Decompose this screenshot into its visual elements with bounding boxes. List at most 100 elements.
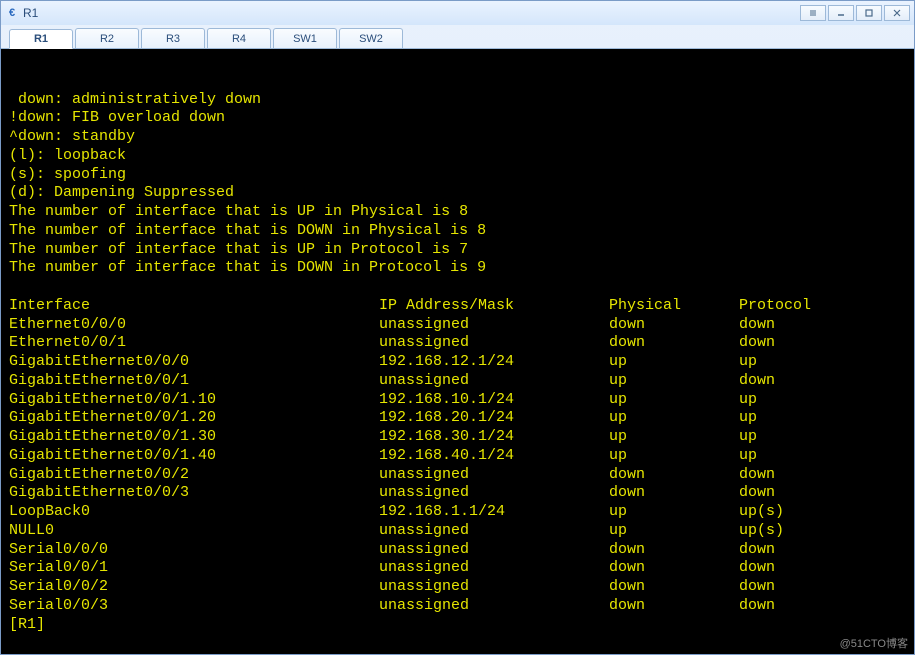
physical-status: up (609, 428, 739, 447)
interface-name: GigabitEthernet0/0/3 (9, 484, 379, 503)
terminal-line: The number of interface that is UP in Ph… (9, 203, 906, 222)
dropdown-button[interactable] (800, 5, 826, 21)
ip-address: unassigned (379, 559, 609, 578)
interface-name: GigabitEthernet0/0/0 (9, 353, 379, 372)
terminal-line: ^down: standby (9, 128, 906, 147)
physical-status: down (609, 334, 739, 353)
interface-name: Ethernet0/0/1 (9, 334, 379, 353)
ip-address: unassigned (379, 316, 609, 335)
tab-r2[interactable]: R2 (75, 28, 139, 48)
protocol-status: down (739, 334, 906, 353)
protocol-status: up (739, 409, 906, 428)
ip-address: IP Address/Mask (379, 297, 609, 316)
terminal-line: (l): loopback (9, 147, 906, 166)
tab-sw1[interactable]: SW1 (273, 28, 337, 48)
window-controls (800, 5, 910, 21)
tab-r1[interactable]: R1 (9, 29, 73, 49)
ip-address: 192.168.30.1/24 (379, 428, 609, 447)
interface-row: GigabitEthernet0/0/0192.168.12.1/24upup (9, 353, 906, 372)
terminal-line: (s): spoofing (9, 166, 906, 185)
ip-address: 192.168.20.1/24 (379, 409, 609, 428)
interface-row: Serial0/0/1unassigneddowndown (9, 559, 906, 578)
interface-row: Ethernet0/0/1unassigneddowndown (9, 334, 906, 353)
ip-address: unassigned (379, 597, 609, 616)
ip-address: unassigned (379, 466, 609, 485)
ip-address: 192.168.12.1/24 (379, 353, 609, 372)
interface-row: Ethernet0/0/0unassigneddowndown (9, 316, 906, 335)
protocol-status: down (739, 578, 906, 597)
protocol-status: up(s) (739, 522, 906, 541)
ip-address: unassigned (379, 484, 609, 503)
interface-name: GigabitEthernet0/0/2 (9, 466, 379, 485)
protocol-status: down (739, 466, 906, 485)
watermark: @51CTO博客 (840, 638, 908, 652)
physical-status: up (609, 447, 739, 466)
interface-name: Serial0/0/3 (9, 597, 379, 616)
terminal[interactable]: down: administratively down!down: FIB ov… (1, 49, 914, 654)
terminal-line: The number of interface that is DOWN in … (9, 259, 906, 278)
physical-status: down (609, 466, 739, 485)
interface-name: Serial0/0/2 (9, 578, 379, 597)
protocol-status: down (739, 316, 906, 335)
interface-row: GigabitEthernet0/0/1.30192.168.30.1/24up… (9, 428, 906, 447)
interface-row: GigabitEthernet0/0/1unassignedupdown (9, 372, 906, 391)
interface-name: Serial0/0/0 (9, 541, 379, 560)
ip-address: unassigned (379, 578, 609, 597)
protocol-status: down (739, 597, 906, 616)
interface-row: GigabitEthernet0/0/1.10192.168.10.1/24 up… (9, 391, 906, 410)
interface-name: GigabitEthernet0/0/1.30 (9, 428, 379, 447)
physical-status: down (609, 484, 739, 503)
interface-header-row: InterfaceIP Address/MaskPhysicalProtocol (9, 297, 906, 316)
ip-address: unassigned (379, 334, 609, 353)
terminal-line: down: administratively down (9, 91, 906, 110)
interface-name: Interface (9, 297, 379, 316)
protocol-status: up (739, 391, 906, 410)
physical-status: up (609, 409, 739, 428)
ip-address: 192.168.10.1/24 (379, 391, 609, 410)
minimize-button[interactable] (828, 5, 854, 21)
tab-r3[interactable]: R3 (141, 28, 205, 48)
ip-address: unassigned (379, 541, 609, 560)
maximize-button[interactable] (856, 5, 882, 21)
protocol-status: Protocol (739, 297, 906, 316)
protocol-status: up (739, 353, 906, 372)
physical-status: up (609, 522, 739, 541)
protocol-status: up(s) (739, 503, 906, 522)
physical-status: down (609, 597, 739, 616)
tab-r4[interactable]: R4 (207, 28, 271, 48)
interface-row: Serial0/0/0unassigneddowndown (9, 541, 906, 560)
protocol-status: down (739, 372, 906, 391)
tab-sw2[interactable]: SW2 (339, 28, 403, 48)
terminal-line: The number of interface that is DOWN in … (9, 222, 906, 241)
protocol-status: up (739, 428, 906, 447)
interface-row: GigabitEthernet0/0/3unassigneddowndown (9, 484, 906, 503)
interface-name: GigabitEthernet0/0/1.10 (9, 391, 379, 410)
interface-name: GigabitEthernet0/0/1.40 (9, 447, 379, 466)
close-button[interactable] (884, 5, 910, 21)
terminal-line: The number of interface that is UP in Pr… (9, 241, 906, 260)
physical-status: down (609, 559, 739, 578)
interface-name: Serial0/0/1 (9, 559, 379, 578)
interface-row: GigabitEthernet0/0/2unassigneddowndown (9, 466, 906, 485)
physical-status: Physical (609, 297, 739, 316)
interface-row: GigabitEthernet0/0/1.20192.168.20.1/24up… (9, 409, 906, 428)
protocol-status: down (739, 541, 906, 560)
physical-status: down (609, 541, 739, 560)
interface-name: Ethernet0/0/0 (9, 316, 379, 335)
interface-name: GigabitEthernet0/0/1 (9, 372, 379, 391)
terminal-prompt: [R1] (9, 616, 906, 635)
terminal-line (9, 278, 906, 297)
protocol-status: down (739, 559, 906, 578)
tabbar: R1R2R3R4SW1SW2 (1, 25, 914, 49)
interface-row: Serial0/0/3unassigneddowndown (9, 597, 906, 616)
terminal-line: (d): Dampening Suppressed (9, 184, 906, 203)
ip-address: unassigned (379, 372, 609, 391)
interface-row: NULL0unassignedupup(s) (9, 522, 906, 541)
protocol-status: up (739, 447, 906, 466)
interface-name: LoopBack0 (9, 503, 379, 522)
window-title: R1 (23, 6, 800, 20)
terminal-line: !down: FIB overload down (9, 109, 906, 128)
protocol-status: down (739, 484, 906, 503)
physical-status: up (609, 372, 739, 391)
ip-address: 192.168.1.1/24 (379, 503, 609, 522)
